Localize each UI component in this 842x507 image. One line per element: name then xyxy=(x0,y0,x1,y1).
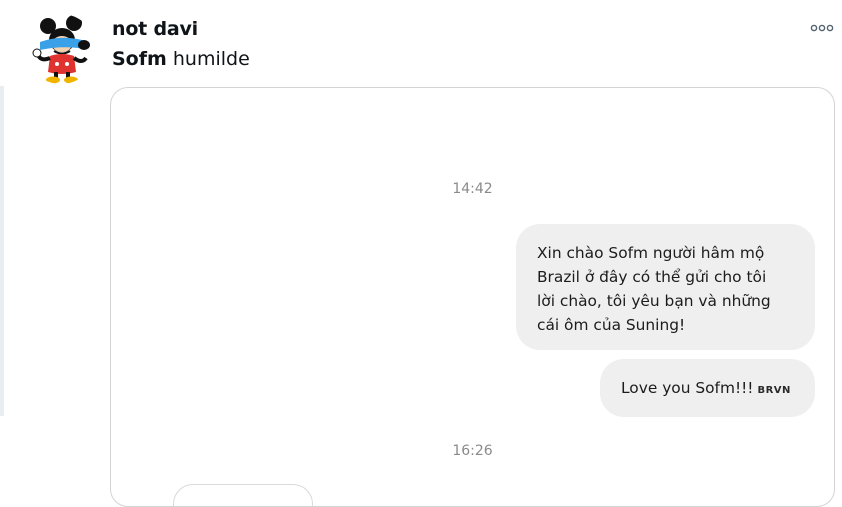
avatar[interactable] xyxy=(26,14,96,84)
message-text: Love you Sofm!!! xyxy=(621,379,754,397)
message-tag: BRVN xyxy=(757,385,791,396)
post-text: Sofm humilde xyxy=(112,47,250,71)
cartoon-avatar-icon xyxy=(32,15,90,84)
left-border-strip xyxy=(0,86,4,416)
chat-timestamp: 14:42 xyxy=(452,181,493,197)
chat-screenshot-card[interactable]: 14:42 Xin chào Sofm người hâm mộ Brazil … xyxy=(110,87,835,507)
chat-timestamp: 16:26 xyxy=(452,443,493,459)
post-text-bold: Sofm xyxy=(112,48,167,70)
post-text-rest: humilde xyxy=(172,48,250,70)
ellipsis-icon xyxy=(810,24,834,32)
author-name[interactable]: not davi xyxy=(112,17,198,41)
tweet-post: not davi Sofm humilde 14:42 Xin chào Sof… xyxy=(0,0,842,507)
message-bubble: Xin chào Sofm người hâm mộ Brazil ở đây … xyxy=(516,224,815,350)
chat-input-pill[interactable] xyxy=(173,484,313,506)
message-bubble: Love you Sofm!!! BRVN xyxy=(600,359,815,417)
more-options-button[interactable] xyxy=(808,19,838,37)
